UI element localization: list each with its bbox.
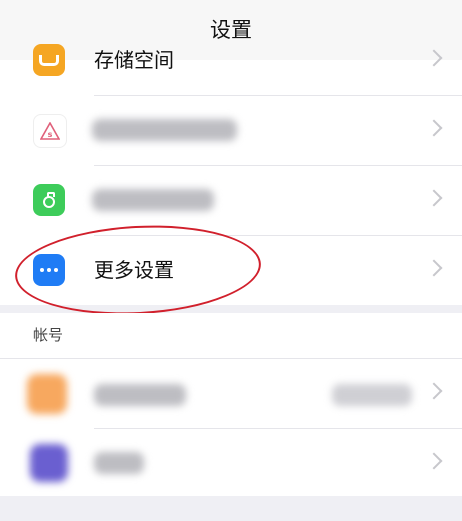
storage-icon bbox=[33, 44, 65, 76]
settings-row-storage[interactable]: 存储空间 bbox=[0, 25, 462, 95]
settings-row-more-settings[interactable]: 更多设置 bbox=[0, 235, 462, 305]
orange-avatar-icon bbox=[27, 374, 67, 414]
chevron-right-icon bbox=[425, 49, 443, 67]
chevron-right-icon bbox=[425, 189, 443, 207]
chevron-right-icon bbox=[425, 119, 443, 137]
blurred-text bbox=[92, 119, 237, 141]
account-group bbox=[0, 358, 462, 496]
blurred-text bbox=[94, 452, 144, 474]
account-row-2[interactable] bbox=[0, 428, 462, 498]
purple-avatar-icon bbox=[30, 444, 68, 482]
more-settings-label: 更多设置 bbox=[94, 258, 174, 282]
chevron-right-icon bbox=[425, 382, 443, 400]
account-row-1[interactable] bbox=[0, 358, 462, 428]
blurred-text bbox=[92, 189, 214, 211]
blurred-value bbox=[332, 384, 412, 406]
blurred-text bbox=[94, 384, 186, 406]
settings-group: 存储空间 s 更多设置 bbox=[0, 44, 462, 305]
bottle-icon bbox=[33, 184, 65, 216]
section-header-account: 帐号 bbox=[0, 313, 462, 358]
settings-row-label: 存储空间 bbox=[94, 48, 174, 72]
settings-row-blurred-1[interactable]: s bbox=[0, 95, 462, 165]
chevron-right-icon bbox=[425, 452, 443, 470]
chevron-right-icon bbox=[425, 259, 443, 277]
svg-text:s: s bbox=[48, 130, 53, 139]
settings-row-blurred-2[interactable] bbox=[0, 165, 462, 235]
s-triangle-svg: s bbox=[40, 122, 60, 140]
s-triangle-icon: s bbox=[33, 114, 67, 148]
section-header-label: 帐号 bbox=[33, 326, 64, 344]
more-dots-icon bbox=[33, 254, 65, 286]
